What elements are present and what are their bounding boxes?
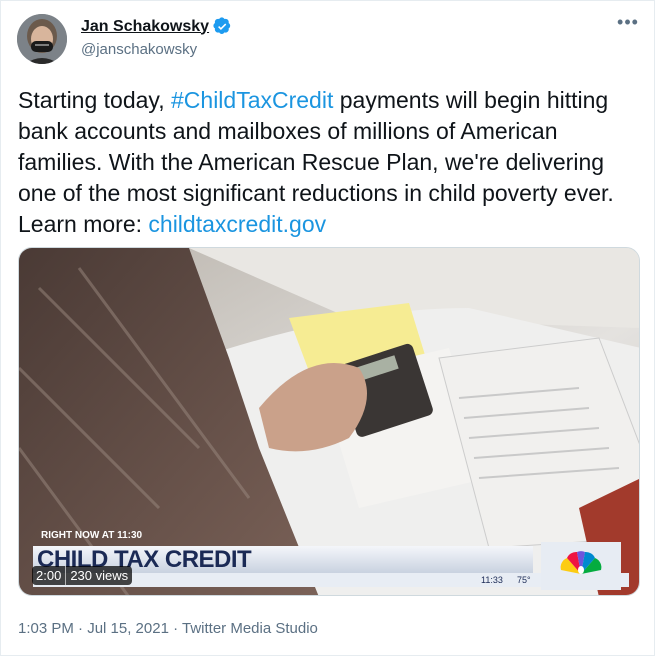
video-views: 230 views [70,568,129,583]
tweet-timestamp[interactable]: 1:03 PM · Jul 15, 2021 · [18,620,182,637]
tweet-text: Starting today, #ChildTaxCredit payments… [18,85,643,240]
tweet-text-part1: Starting today, [18,87,171,113]
chyron-label: RIGHT NOW AT 11:30 [41,530,143,541]
external-link[interactable]: childtaxcredit.gov [148,211,326,237]
tweet-meta: 1:03 PM · Jul 15, 2021 · Twitter Media S… [18,620,318,637]
chyron-time: 11:33 [481,575,503,585]
author-name-row: Jan Schakowsky [81,17,232,36]
video-stats-badge: 2:00 230 views [32,566,133,585]
tweet-source[interactable]: Twitter Media Studio [182,620,318,637]
author-name[interactable]: Jan Schakowsky [81,18,209,36]
video-player[interactable]: RIGHT NOW AT 11:30 CHILD TAX CREDIT 11:3… [18,247,640,596]
author-handle[interactable]: @janschakowsky [81,41,197,58]
video-duration: 2:00 [36,568,62,583]
avatar[interactable] [17,14,67,64]
tweet-card: Jan Schakowsky @janschakowsky ••• Starti… [0,0,655,656]
more-options-icon[interactable]: ••• [616,13,640,35]
verified-badge-icon [213,17,231,34]
chyron-temperature: 75° [517,575,531,585]
hashtag-link[interactable]: #ChildTaxCredit [171,87,333,113]
nbc-peacock-logo-icon [541,542,621,590]
